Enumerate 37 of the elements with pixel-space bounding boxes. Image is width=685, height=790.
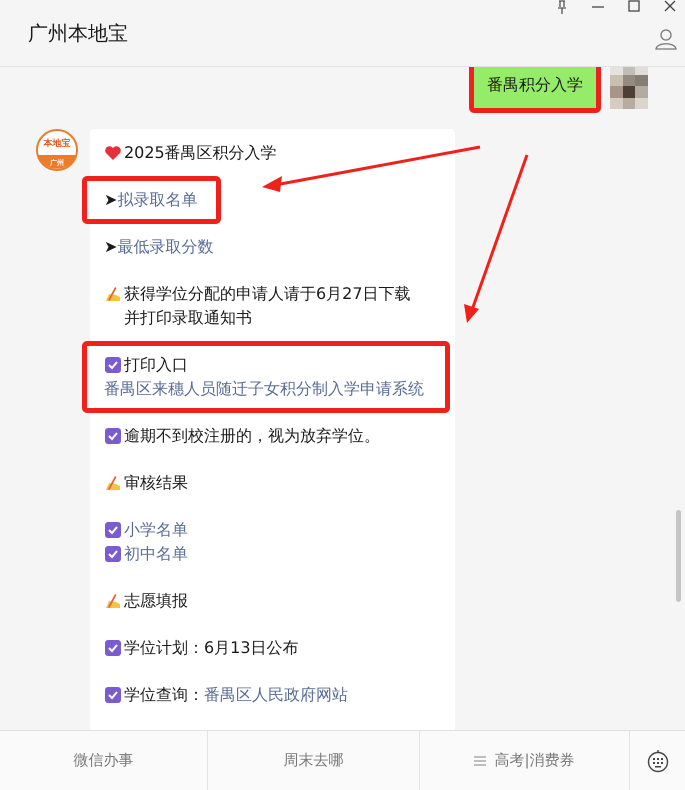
- link[interactable]: 初中名单: [124, 544, 188, 563]
- message-text: 学位计划：6月13日公布: [124, 638, 299, 657]
- link[interactable]: 番禺区人民政府网站: [204, 685, 348, 704]
- checkbox-icon: [104, 545, 122, 563]
- message-text: 逾期不到校注册的，视为放弃学位。: [124, 426, 380, 445]
- link[interactable]: 小学名单: [124, 520, 188, 539]
- menu-tab[interactable]: 高考|消费券: [420, 731, 630, 790]
- message-text: 志愿填报: [124, 591, 188, 610]
- close-icon[interactable]: [663, 0, 677, 14]
- message-bubble: 番禺积分入学: [474, 67, 596, 108]
- pin-icon[interactable]: [555, 0, 569, 14]
- scrollbar[interactable]: [676, 510, 681, 602]
- checkbox-icon: [104, 639, 122, 657]
- checkbox-icon: [104, 521, 122, 539]
- writing-hand-icon: [104, 285, 122, 303]
- message-text: 2025番禺区积分入学: [124, 143, 277, 162]
- window-title: 广州本地宝: [28, 20, 128, 46]
- checkbox-icon: [104, 427, 122, 445]
- writing-hand-icon: [104, 592, 122, 610]
- keyboard-icon[interactable]: [646, 748, 668, 772]
- bullet-arrow: ➤: [104, 189, 118, 211]
- link[interactable]: 拟录取名单: [117, 190, 198, 209]
- heart-icon: [104, 144, 122, 162]
- checkbox-icon: [104, 686, 122, 704]
- menu-tab[interactable]: 微信办事: [0, 731, 208, 790]
- message-text: 获得学位分配的申请人请于6月27日下载并打印录取通知书: [124, 284, 411, 327]
- message-text: 打印入口: [124, 355, 188, 374]
- bullet-arrow: ➤: [104, 236, 118, 258]
- message-text: 学位查询：: [124, 685, 204, 704]
- writing-hand-icon: [104, 474, 122, 492]
- link[interactable]: 最低录取分数: [117, 237, 214, 256]
- message-text: 审核结果: [124, 473, 188, 492]
- link[interactable]: 番禺区来穗人员随迁子女积分制入学申请系统: [104, 379, 424, 398]
- checkbox-icon: [104, 356, 122, 374]
- profile-icon[interactable]: [655, 28, 677, 50]
- maximize-icon[interactable]: [627, 0, 641, 14]
- menu-tab[interactable]: 周末去哪: [208, 731, 420, 790]
